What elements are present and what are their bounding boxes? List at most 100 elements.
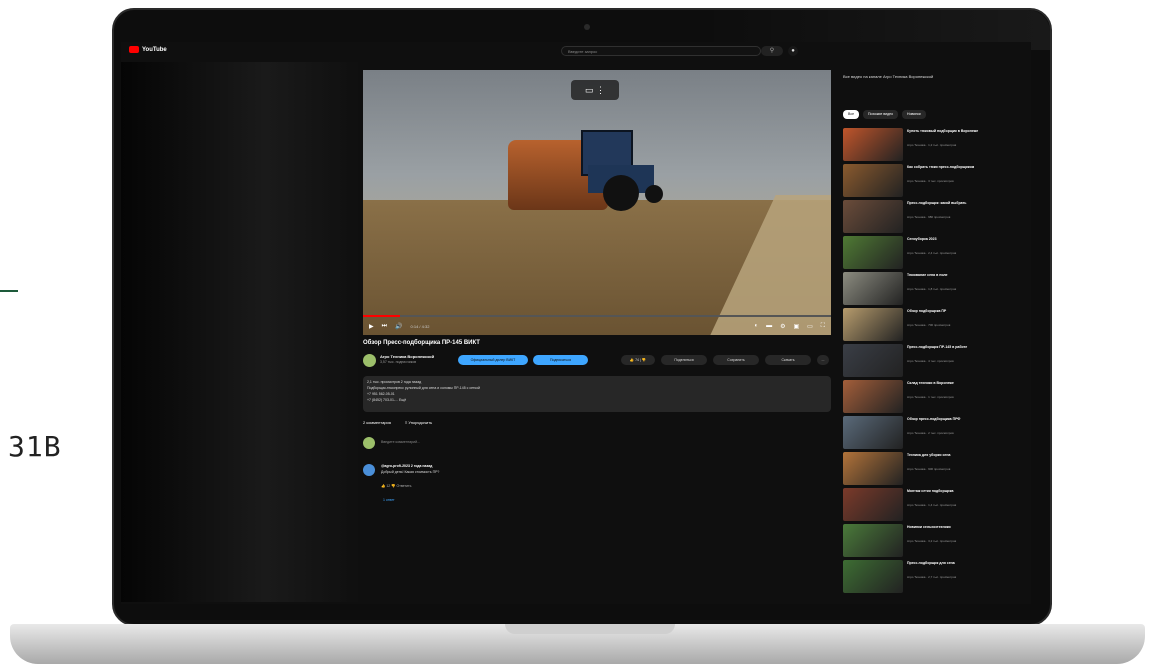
recommendation-meta: Агро Техника · 2,7 тыс. просмотров: [907, 575, 957, 579]
recommendation-meta: Агро Техника · 2,4 тыс. просмотров: [907, 251, 957, 255]
description-line: +7 (8452) 703-01-... Ещё: [367, 398, 407, 402]
recommendation-meta: Агро Техника · 4 тыс. просмотров: [907, 359, 954, 363]
recommendation-item[interactable]: Пресс-подборщик ПР-145 в работе Агро Техн…: [843, 344, 1023, 378]
recommendation-item[interactable]: Монтаж сетки подборщика Агро Техника · 1,…: [843, 488, 1023, 522]
comment-item: @agro-profi-2023 2 года назад Добрый ден…: [363, 462, 831, 492]
recommendation-item[interactable]: Сеноуборка 2023 Агро Техника · 2,4 тыс. п…: [843, 236, 1023, 270]
recommendation-meta: Агро Техника · 900 просмотров: [907, 467, 951, 471]
replies-button[interactable]: 1 ответ: [383, 498, 395, 502]
recommendation-thumbnail[interactable]: [843, 452, 903, 485]
comment-actions[interactable]: 👍 12 👎 Ответить: [381, 484, 412, 488]
recommendation-item[interactable]: Новинки сельхозтехники Агро Техника · 3,2…: [843, 524, 1023, 558]
chip-related[interactable]: Похожие видео: [863, 110, 899, 119]
comment-input[interactable]: Введите комментарий...: [381, 440, 420, 444]
recommendation-item[interactable]: Пресс-подборщик для сена Агро Техника · 2…: [843, 560, 1023, 594]
recommendation-title[interactable]: Сеноуборка 2023: [907, 237, 1017, 242]
recommendation-title[interactable]: Пресс-подборщик: какой выбрать: [907, 201, 1017, 206]
recommendation-item[interactable]: Как собрать тюки пресс-подборщиком Агро Т…: [843, 164, 1023, 198]
recommendation-thumbnail[interactable]: [843, 200, 903, 233]
recommendation-thumbnail[interactable]: [843, 308, 903, 341]
time-display: 0:14 / 4:32: [410, 323, 430, 329]
side-label: 31B: [8, 430, 62, 463]
channel-name[interactable]: Агро Техника Воронежской: [380, 354, 434, 359]
recommendation-item[interactable]: Обзор подборщика ПР Агро Техника · 700 пр…: [843, 308, 1023, 342]
recommendation-title[interactable]: Тюкование сена в поле: [907, 273, 1017, 278]
recommendation-thumbnail[interactable]: [843, 344, 903, 377]
commenter-avatar[interactable]: [363, 464, 375, 476]
like-icon: 👍: [629, 358, 635, 362]
theater-icon[interactable]: ▭: [807, 323, 813, 330]
mic-icon[interactable]: ●: [788, 46, 798, 56]
recommendation-title[interactable]: Купить тюковый подборщик в Воронеже: [907, 129, 1017, 134]
dislike-icon: 👎: [641, 358, 647, 362]
recommendation-title[interactable]: Новинки сельхозтехники: [907, 525, 1017, 530]
recommendation-thumbnail[interactable]: [843, 488, 903, 521]
like-count: 74: [635, 358, 640, 362]
dealer-button[interactable]: Официальный дилер ВИКТ: [458, 355, 528, 365]
video-title: Обзор Пресс-подборщика ПР-145 ВИКТ: [363, 340, 480, 346]
video-player[interactable]: ▭ ⋮ ▶ ⏭ 🔊 0:14 / 4:32 ◐ ▬ ⚙ ▣ ▭ ⛶: [363, 70, 831, 335]
cast-icon[interactable]: ▭: [585, 85, 594, 95]
youtube-logo[interactable]: YouTube: [129, 46, 167, 53]
comment-author[interactable]: @agro-profi-2023 2 года назад: [381, 464, 432, 468]
description-box[interactable]: 2,1 тыс. просмотров 2 года назад Подборщ…: [363, 376, 831, 412]
recommendation-thumbnail[interactable]: [843, 236, 903, 269]
share-button[interactable]: Поделиться: [661, 355, 707, 365]
recommendation-thumbnail[interactable]: [843, 560, 903, 593]
recommendation-thumbnail[interactable]: [843, 524, 903, 557]
subscribe-button[interactable]: Подписаться: [533, 355, 588, 365]
recommendation-thumbnail[interactable]: [843, 128, 903, 161]
laptop-base: [10, 624, 1145, 664]
player-controls: ▶ ⏭ 🔊 0:14 / 4:32 ◐ ▬ ⚙ ▣ ▭ ⛶: [369, 320, 825, 332]
recommendation-item[interactable]: Пресс-подборщик: какой выбрать Агро Техни…: [843, 200, 1023, 234]
recommendation-item[interactable]: Склад техники в Воронеже Агро Техника · 1…: [843, 380, 1023, 414]
recommendation-title[interactable]: Монтаж сетки подборщика: [907, 489, 1017, 494]
more-icon[interactable]: ⋮: [596, 85, 605, 95]
youtube-play-icon: [129, 46, 139, 53]
logo-text: YouTube: [142, 46, 167, 53]
video-wheel: [645, 185, 663, 203]
progress-bar[interactable]: [363, 315, 831, 317]
volume-icon[interactable]: 🔊: [395, 323, 402, 330]
recommendation-item[interactable]: Тюкование сена в поле Агро Техника · 1,8 …: [843, 272, 1023, 306]
recommendation-thumbnail[interactable]: [843, 272, 903, 305]
recommendation-item[interactable]: Купить тюковый подборщик в Воронеже Агро …: [843, 128, 1023, 162]
recommendation-thumbnail[interactable]: [843, 416, 903, 449]
search-input[interactable]: Введите запрос: [561, 46, 761, 56]
recommendation-meta: Агро Техника · 2 тыс. просмотров: [907, 431, 954, 435]
more-actions-button[interactable]: ...: [817, 355, 829, 365]
next-icon[interactable]: ⏭: [382, 323, 387, 330]
like-button[interactable]: 👍 74 | 👎: [621, 355, 655, 365]
channel-subscribers: 3,57 тыс. подписчиков: [380, 360, 417, 364]
chip-new[interactable]: Новинки: [902, 110, 926, 119]
miniplayer-icon[interactable]: ▣: [793, 323, 799, 330]
recommendations-column: Все видео на канале Агро Техника Воронеж…: [843, 70, 1023, 604]
recommendation-meta: Агро Техника · 1,2 тыс. просмотров: [907, 143, 957, 147]
recommendation-item[interactable]: Обзор пресс-подборщика ПРФ Агро Техника ·…: [843, 416, 1023, 450]
recommendation-thumbnail[interactable]: [843, 164, 903, 197]
fullscreen-icon[interactable]: ⛶: [821, 323, 825, 330]
recommendation-item[interactable]: Техника для уборки сена Агро Техника · 90…: [843, 452, 1023, 486]
save-button[interactable]: Сохранить: [713, 355, 759, 365]
subtitles-icon[interactable]: ▬: [766, 323, 772, 329]
recommendation-title[interactable]: Пресс-подборщик ПР-145 в работе: [907, 345, 1017, 350]
sort-button[interactable]: ≡ Упорядочить: [405, 420, 432, 425]
recommendation-title[interactable]: Склад техники в Воронеже: [907, 381, 1017, 386]
owner-row: Агро Техника Воронежской 3,57 тыс. подпи…: [363, 352, 831, 370]
settings-icon[interactable]: ⚙: [780, 323, 785, 330]
recommendation-thumbnail[interactable]: [843, 380, 903, 413]
recommendation-title[interactable]: Техника для уборки сена: [907, 453, 1017, 458]
sort-icon: ≡: [404, 420, 408, 425]
recommendation-title[interactable]: Обзор пресс-подборщика ПРФ: [907, 417, 1017, 422]
download-button[interactable]: Скачать: [765, 355, 811, 365]
play-icon[interactable]: ▶: [369, 323, 374, 330]
recommendation-title[interactable]: Обзор подборщика ПР: [907, 309, 1017, 314]
comments-count: 2 комментария: [363, 420, 391, 425]
recommendation-title[interactable]: Пресс-подборщик для сена: [907, 561, 1017, 566]
miniplayer-controls[interactable]: ▭ ⋮: [571, 80, 619, 100]
channel-avatar[interactable]: [363, 354, 376, 367]
search-icon[interactable]: ⚲: [761, 46, 783, 56]
chip-all[interactable]: Все: [843, 110, 860, 119]
recommendation-title[interactable]: Как собрать тюки пресс-подборщиком: [907, 165, 1017, 170]
autoplay-icon[interactable]: ◐: [754, 323, 758, 329]
